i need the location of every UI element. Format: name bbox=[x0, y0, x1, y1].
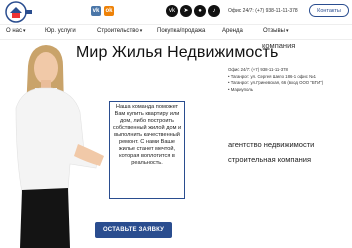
ok-icon[interactable]: ok bbox=[104, 6, 114, 16]
title-suffix: компания bbox=[262, 41, 296, 50]
nav-item-label: Строительство bbox=[97, 28, 139, 34]
chevron-down-icon: ▾ bbox=[22, 28, 26, 34]
company-logo[interactable] bbox=[5, 1, 33, 23]
construction-line: строительная компания bbox=[228, 155, 312, 164]
main-nav: О нас▾ Юр. услуги Строительство▾ Покупка… bbox=[0, 24, 352, 40]
vk-icon[interactable]: vk bbox=[91, 6, 101, 16]
nav-item-label: Отзывы bbox=[263, 28, 285, 34]
address-line: • Мариуполь bbox=[228, 87, 254, 92]
nav-item-legal[interactable]: Юр. услуги bbox=[45, 28, 76, 34]
team-description: Наша команда поможет Вам купить квартиру… bbox=[109, 101, 185, 199]
nav-item-buy-sell[interactable]: Покупка/продажа bbox=[157, 28, 205, 34]
nav-item-construction[interactable]: Строительство▾ bbox=[97, 28, 142, 34]
chevron-down-icon: ▾ bbox=[285, 28, 289, 34]
nav-item-about[interactable]: О нас▾ bbox=[6, 28, 26, 34]
address-line: • Таганрог: ул.Гриневская, 66 (вход ООО … bbox=[228, 80, 324, 85]
address-phone: Офис 24/7: (+7) 938-11-11-378 bbox=[228, 67, 288, 72]
top-bar: vk ok vk ➤ ● ♪ Офис 24/7: (+7) 938-11-11… bbox=[0, 0, 352, 24]
nav-item-label: Покупка/продажа bbox=[157, 28, 206, 34]
telegram-icon[interactable]: ➤ bbox=[180, 5, 192, 17]
chevron-down-icon: ▾ bbox=[139, 28, 143, 34]
office-phone[interactable]: Офис 24/7: (+7) 938-11-11-378 bbox=[228, 8, 298, 14]
nav-item-label: Юр. услуги bbox=[45, 28, 76, 34]
contacts-button[interactable]: Контакты bbox=[309, 4, 349, 17]
nav-item-rent[interactable]: Аренда bbox=[222, 28, 243, 34]
tiktok-icon[interactable]: ♪ bbox=[208, 5, 220, 17]
request-button[interactable]: ОСТАВЬТЕ ЗАЯВКУ bbox=[95, 222, 172, 238]
hero-photo bbox=[0, 40, 120, 248]
address-line: • Таганрог: ул. Сергея Шило 186-1 офис №… bbox=[228, 74, 317, 79]
page-title: Мир Жилья Недвижимость bbox=[76, 44, 279, 61]
nav-item-label: О нас bbox=[6, 28, 22, 34]
nav-item-label: Аренда bbox=[222, 28, 243, 34]
chat-icon[interactable]: ● bbox=[194, 5, 206, 17]
agency-line: агентство недвижимости bbox=[228, 140, 315, 149]
vk-round-icon[interactable]: vk bbox=[166, 5, 178, 17]
nav-item-reviews[interactable]: Отзывы▾ bbox=[263, 28, 289, 34]
